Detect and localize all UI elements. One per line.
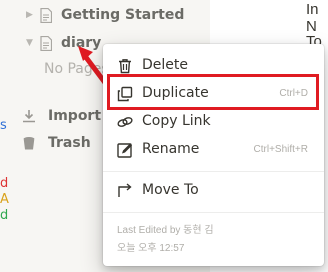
trash-icon [119, 59, 131, 74]
menu-item-move-to[interactable]: Move To [103, 176, 324, 204]
sidebar-item-trash[interactable]: Trash [22, 135, 91, 151]
link-icon [117, 117, 133, 127]
page-icon [40, 35, 52, 51]
menu-item-rename[interactable]: Rename Ctrl+Shift+R [103, 135, 324, 163]
move-to-icon [118, 183, 132, 197]
sidebar-item-import[interactable]: Import [22, 108, 101, 124]
content-line-1: In N [306, 1, 319, 35]
menu-divider [103, 212, 324, 213]
rename-icon [117, 143, 132, 158]
edge-fragment: d [0, 208, 9, 223]
menu-item-copy-link[interactable]: Copy Link [103, 107, 324, 135]
page-icon [40, 7, 52, 23]
last-edited-by: Last Edited by 동현 김 [117, 225, 214, 236]
expand-triangle-icon[interactable]: ▶ [26, 10, 40, 20]
sidebar-item-label: Getting Started [61, 7, 185, 23]
last-edited-time: 오늘 오후 12:57 [117, 243, 185, 254]
menu-item-label: Move To [142, 182, 199, 198]
edge-fragment: s [0, 118, 7, 133]
collapse-triangle-icon[interactable]: ▼ [26, 38, 40, 48]
shortcut-hint: Ctrl+Shift+R [253, 143, 308, 155]
edge-fragment: A [0, 192, 9, 207]
menu-item-label: Delete [142, 57, 188, 73]
menu-item-label: Rename [142, 141, 200, 157]
sidebar-item-getting-started[interactable]: ▶ Getting Started [26, 7, 184, 23]
trash-icon [23, 136, 35, 149]
menu-divider [103, 171, 324, 172]
edge-fragment: d [0, 176, 9, 191]
download-icon [23, 110, 35, 123]
highlight-box [107, 74, 319, 110]
sidebar-item-label: Trash [48, 135, 91, 151]
sidebar-item-label: Import [48, 108, 102, 124]
menu-item-label: Copy Link [142, 113, 211, 129]
